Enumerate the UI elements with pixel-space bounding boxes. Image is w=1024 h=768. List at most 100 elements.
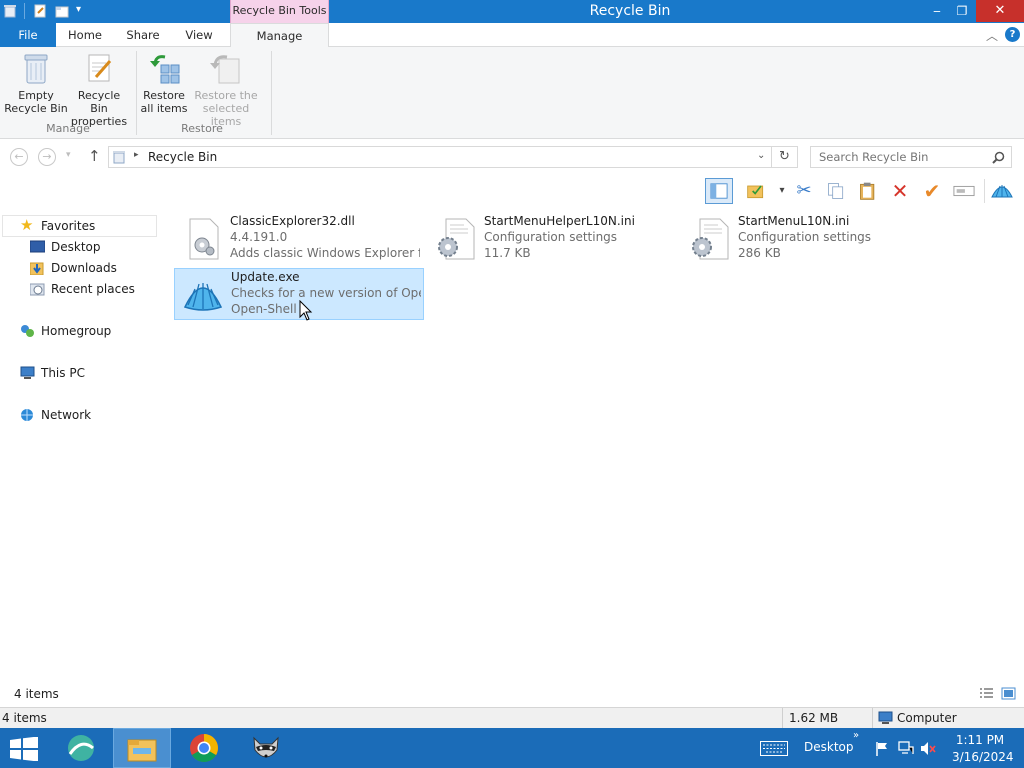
ini-file-icon [438,218,475,260]
tab-file[interactable]: File [0,23,56,47]
taskbar: Desktop » 1:11 PM 3/16/2024 [0,728,1024,768]
open-shell-settings-icon[interactable] [990,179,1014,203]
paste-icon[interactable] [856,179,880,203]
file-detail: Configuration settings [484,230,618,244]
location-zone: Computer [897,711,957,725]
mouse-cursor-icon [299,300,313,321]
file-name: ClassicExplorer32.dll [230,214,355,228]
network-tray-icon[interactable] [898,741,914,756]
classic-toolbar: ▾ ✂ ✕ ✔ [0,175,1024,207]
breadcrumb-chevron-icon[interactable]: ▸ [134,150,139,160]
delete-icon[interactable]: ✕ [888,179,912,203]
downloads-icon [30,262,44,275]
restore-all-icon [150,55,180,84]
group-separator [271,51,272,135]
file-detail: 4.4.191.0 [230,230,288,244]
properties-check-icon[interactable]: ✔ [920,179,944,203]
volume-muted-icon[interactable] [920,741,937,756]
tab-home[interactable]: Home [61,23,109,47]
desktop-toolbar-label[interactable]: Desktop [804,740,854,754]
copy-icon[interactable] [824,179,848,203]
ribbon: Empty Recycle Bin Recycle Bin properties… [0,47,1024,139]
item-count: 4 items [14,687,59,701]
file-detail: Adds classic Windows Explorer fe... [230,246,420,260]
window-title: Recycle Bin [589,3,671,19]
large-icons-view-icon[interactable] [1001,687,1016,700]
taskbar-app-file-explorer[interactable] [113,728,171,768]
search-box [810,146,1012,168]
nav-item-favorites[interactable]: ★ Favorites [20,216,150,236]
navigation-pane-icon[interactable] [705,178,733,204]
file-explorer-icon [127,739,157,762]
clock-date[interactable]: 3/16/2024 [952,750,1014,764]
restore-all-label-1: Restore [143,89,185,102]
nav-item-downloads[interactable]: Downloads [30,258,150,278]
cut-icon[interactable]: ✂ [792,179,816,203]
tab-share[interactable]: Share [117,23,169,47]
group-separator [136,51,137,135]
taskbar-app-chrome[interactable] [175,728,233,768]
minimize-ribbon-icon[interactable]: ︿ [986,27,998,44]
empty-label-1: Empty [18,89,54,102]
recent-locations-icon[interactable]: ▾ [66,150,71,160]
computer-icon [20,366,35,379]
restore-all-items-button[interactable]: Restore all items [138,51,190,115]
nav-item-recent-places[interactable]: Recent places [30,279,150,299]
search-input[interactable] [811,147,989,167]
windows-start-icon[interactable] [10,737,38,761]
file-detail: Open-Shell [231,302,297,316]
nav-item-homegroup[interactable]: Homegroup [20,321,150,341]
file-name: Update.exe [231,270,300,284]
status-divider [872,708,873,728]
up-button[interactable]: ↑ [88,147,101,165]
group-label-manage: Manage [46,122,90,135]
clock-time[interactable]: 1:11 PM [952,733,1008,747]
dropdown-arrow-icon[interactable]: ▾ [770,179,794,203]
restore-selected-items-button[interactable]: Restore the selected items [190,51,262,128]
rename-icon[interactable] [952,179,976,203]
ribbon-tabs: File Home Share View Manage ︿ ? [0,23,1024,48]
tab-manage[interactable]: Manage [230,23,329,48]
dll-file-icon [189,218,219,260]
recycle-bin-properties-button[interactable]: Recycle Bin properties [68,51,130,128]
help-icon[interactable]: ? [1005,27,1020,42]
empty-recycle-bin-button[interactable]: Empty Recycle Bin [4,51,68,115]
status-bar: 4 items [0,683,1024,705]
file-tile[interactable]: StartMenuHelperL10N.ini Configuration se… [428,213,678,265]
breadcrumb-recycle-bin[interactable]: Recycle Bin [148,150,217,164]
back-button[interactable]: ← [10,148,28,166]
desktop-icon [30,240,45,253]
touch-keyboard-icon[interactable] [760,741,788,756]
address-dropdown-icon[interactable]: ⌄ [757,150,765,161]
search-icon[interactable] [992,151,1005,164]
nav-item-desktop[interactable]: Desktop [30,237,150,257]
toolbar-expand-icon[interactable]: » [853,730,859,741]
address-bar[interactable]: ▸ Recycle Bin ⌄ [108,146,772,168]
refresh-button[interactable]: ↻ [772,146,798,168]
empty-recycle-bin-icon [24,54,48,84]
nav-item-this-pc[interactable]: This PC [20,363,150,383]
close-button[interactable]: ✕ [976,0,1024,22]
taskbar-app-open-shell[interactable] [52,728,110,768]
restore-selected-icon [210,55,240,84]
file-name: StartMenuL10N.ini [738,214,850,228]
forward-button[interactable]: → [38,148,56,166]
computer-icon [878,711,893,724]
title-bar: ▾ Recycle Bin Tools Recycle Bin ‒ ❐ ✕ [0,0,1024,23]
taskbar-app-raccoon[interactable] [237,728,295,768]
minimize-button[interactable]: ‒ [926,0,948,22]
details-view-icon[interactable] [979,687,994,700]
file-tile[interactable]: StartMenuL10N.ini Configuration settings… [682,213,932,265]
star-icon: ★ [20,216,34,234]
restore-button[interactable]: ❐ [950,0,974,22]
empty-label-2: Recycle Bin [4,102,68,115]
file-tile[interactable]: ClassicExplorer32.dll 4.4.191.0 Adds cla… [174,213,424,265]
open-shell-shell-icon [183,283,223,311]
action-center-flag-icon[interactable] [876,742,889,756]
folder-options-icon[interactable] [744,179,768,203]
properties-icon [88,54,112,82]
nav-item-network[interactable]: Network [20,405,150,425]
tab-view[interactable]: View [176,23,222,47]
address-row: ← → ▾ ↑ ▸ Recycle Bin ⌄ ↻ [0,140,1024,175]
group-label-restore: Restore [181,122,223,135]
